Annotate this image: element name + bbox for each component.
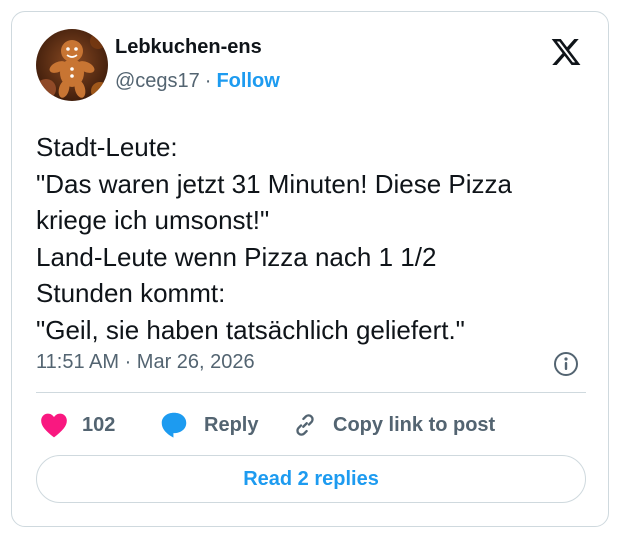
tweet-line: kriege ich umsonst!" xyxy=(36,205,270,235)
read-replies-button[interactable]: Read 2 replies xyxy=(36,455,586,503)
action-bar: 102 Reply Copy link to post xyxy=(36,410,596,440)
tweet-line: Land-Leute wenn Pizza nach 1 1/2 xyxy=(36,241,437,272)
author-name[interactable]: Lebkuchen-ens xyxy=(115,36,262,59)
follow-button[interactable]: Follow xyxy=(216,70,279,92)
author-subline: @cegs17 · Follow xyxy=(115,70,280,93)
tweet-card: Lebkuchen-ens @cegs17 · Follow Stadt-Leute… xyxy=(11,11,609,527)
tweet-line: "Geil, sie haben tatsächlich geliefert." xyxy=(36,314,465,345)
tweet-line: "Das waren jetzt 31 Minuten! Diese Pizza xyxy=(36,168,512,199)
like-button[interactable]: 102 xyxy=(40,410,115,440)
avatar[interactable] xyxy=(36,29,108,101)
read-replies-label: Read 2 replies xyxy=(243,467,379,490)
tweet-line: Stadt-Leute: xyxy=(36,132,178,162)
divider xyxy=(36,392,586,393)
heart-icon xyxy=(41,413,67,438)
copy-link-button[interactable]: Copy link to post xyxy=(291,410,495,440)
like-count: 102 xyxy=(82,413,116,436)
copy-link-label: Copy link to post xyxy=(333,413,496,436)
reply-label: Reply xyxy=(204,413,259,436)
reply-button[interactable]: Reply xyxy=(160,410,258,440)
tweet-timestamp[interactable]: 11:51 AM · Mar 26, 2026 xyxy=(36,351,255,374)
link-icon xyxy=(296,414,314,436)
speech-bubble-icon xyxy=(161,412,187,438)
info-icon[interactable] xyxy=(553,351,579,377)
separator-dot: · xyxy=(204,70,212,92)
tweet-text: Stadt-Leute: "Das waren jetzt 31 Minuten… xyxy=(36,129,596,348)
author-handle[interactable]: @cegs17 xyxy=(115,70,200,92)
x-logo-icon[interactable] xyxy=(549,36,583,68)
tweet-line: Stunden kommt: xyxy=(36,278,226,308)
